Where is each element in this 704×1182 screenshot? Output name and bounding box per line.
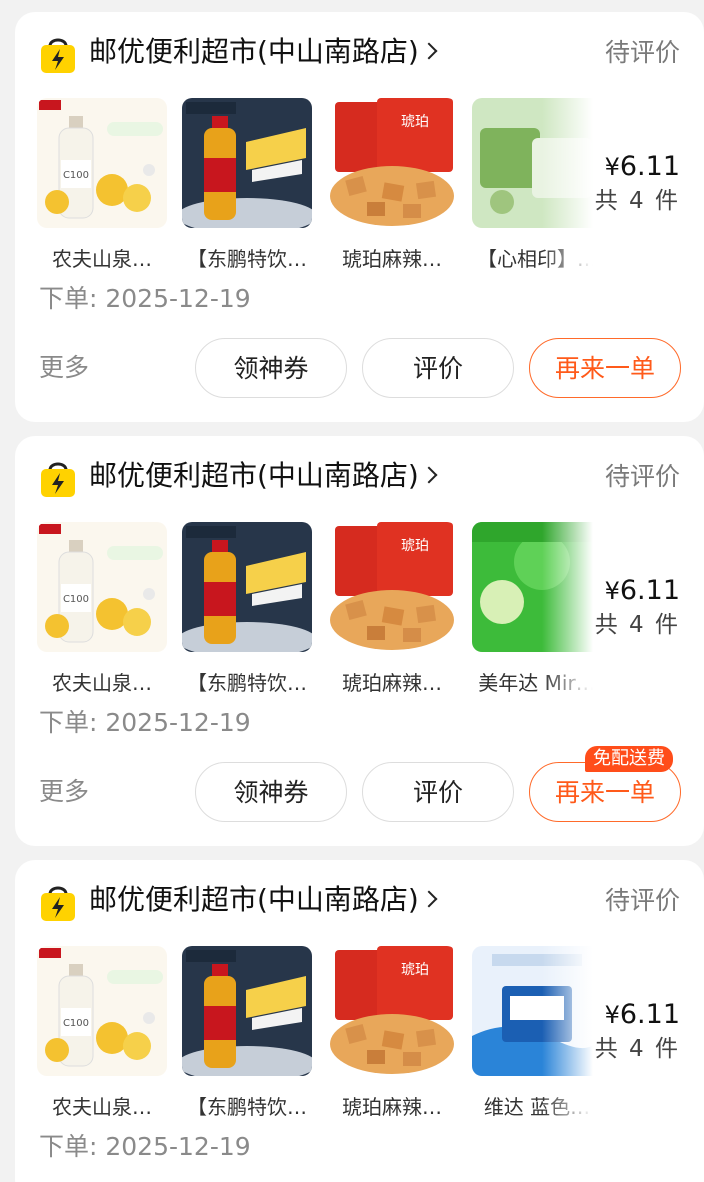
shop-name: 邮优便利超市(中山南路店) [89, 883, 419, 916]
svg-text:C100: C100 [63, 594, 89, 605]
product-list[interactable]: C100 农夫山泉… 【东鹏特饮… 琥珀 琥珀麻辣… 美年达 Mir… [37, 522, 617, 712]
order-header: 邮优便利超市(中山南路店) 待评价 [15, 12, 704, 94]
chevron-right-icon [420, 466, 438, 484]
product-item[interactable]: 琥珀 琥珀麻辣… [327, 946, 457, 1122]
free-delivery-badge: 免配送费 [585, 746, 673, 772]
order-summary: ¥6.11 共 4 件 [595, 150, 680, 218]
shopping-bag-icon [41, 462, 75, 497]
product-list[interactable]: C100 农夫山泉… 【东鹏特饮… 琥珀 琥珀麻辣… 维达 蓝色… [37, 946, 617, 1136]
order-card[interactable]: 邮优便利超市(中山南路店) 待评价 C100 农夫山泉… 【东鹏特饮… 琥珀 琥… [15, 12, 704, 422]
product-image-lemon-drink: C100 [37, 98, 167, 228]
svg-text:琥珀: 琥珀 [401, 538, 429, 554]
order-header: 邮优便利超市(中山南路店) 待评价 [15, 436, 704, 518]
product-item[interactable]: 【东鹏特饮… [182, 946, 312, 1122]
order-status: 待评价 [604, 38, 680, 67]
more-button[interactable]: 更多 [39, 350, 89, 386]
chevron-right-icon [420, 42, 438, 60]
shop-name-link[interactable]: 邮优便利超市(中山南路店) [89, 880, 438, 920]
product-image-crackers: 琥珀 [327, 946, 457, 1076]
order-summary: ¥6.11 共 4 件 [595, 574, 680, 642]
review-button[interactable]: 评价 [362, 338, 514, 398]
order-price: ¥6.11 [604, 151, 680, 182]
order-date: 下单: 2025-12-19 [39, 284, 251, 313]
product-item[interactable]: 【东鹏特饮… [182, 98, 312, 274]
product-item[interactable]: 【东鹏特饮… [182, 522, 312, 698]
item-count: 共 4 件 [594, 1036, 680, 1062]
product-name: 【东鹏特饮… [187, 671, 307, 695]
order-header: 邮优便利超市(中山南路店) 待评价 [15, 860, 704, 942]
product-image-energy-drink [182, 98, 312, 228]
svg-text:C100: C100 [63, 1018, 89, 1029]
order-summary: ¥6.11 共 4 件 [595, 998, 680, 1066]
product-image-energy-drink [182, 946, 312, 1076]
item-count: 共 4 件 [594, 612, 680, 638]
order-status: 待评价 [604, 462, 680, 491]
shopping-bag-icon [41, 886, 75, 921]
product-image-lemon-drink: C100 [37, 946, 167, 1076]
order-price: ¥6.11 [604, 575, 680, 606]
chevron-right-icon [420, 890, 438, 908]
shop-name: 邮优便利超市(中山南路店) [89, 35, 419, 68]
product-name: 琥珀麻辣… [342, 671, 442, 695]
product-name: 琥珀麻辣… [342, 1095, 442, 1119]
product-name: 【东鹏特饮… [187, 247, 307, 271]
product-list[interactable]: C100 农夫山泉… 【东鹏特饮… 琥珀 琥珀麻辣… 【心相印】… [37, 98, 617, 288]
product-name: 农夫山泉… [52, 1095, 152, 1119]
order-card[interactable]: 邮优便利超市(中山南路店) 待评价 C100 农夫山泉… 【东鹏特饮… 琥珀 琥… [15, 860, 704, 1182]
order-card[interactable]: 邮优便利超市(中山南路店) 待评价 C100 农夫山泉… 【东鹏特饮… 琥珀 琥… [15, 436, 704, 846]
order-date: 下单: 2025-12-19 [39, 708, 251, 737]
shop-name: 邮优便利超市(中山南路店) [89, 459, 419, 492]
product-name: 琥珀麻辣… [342, 247, 442, 271]
svg-text:C100: C100 [63, 170, 89, 181]
item-count: 共 4 件 [594, 188, 680, 214]
product-image-crackers: 琥珀 [327, 522, 457, 652]
product-item[interactable]: 琥珀 琥珀麻辣… [327, 522, 457, 698]
review-button[interactable]: 评价 [362, 762, 514, 822]
reorder-button[interactable]: 再来一单 [529, 338, 681, 398]
product-item[interactable]: C100 农夫山泉… [37, 98, 167, 274]
product-name: 【东鹏特饮… [187, 1095, 307, 1119]
svg-text:琥珀: 琥珀 [401, 962, 429, 978]
get-coupon-button[interactable]: 领神券 [195, 762, 347, 822]
product-name: 农夫山泉… [52, 247, 152, 271]
product-item[interactable]: C100 农夫山泉… [37, 522, 167, 698]
shop-name-link[interactable]: 邮优便利超市(中山南路店) [89, 32, 438, 72]
product-image-crackers: 琥珀 [327, 98, 457, 228]
product-image-energy-drink [182, 522, 312, 652]
more-button[interactable]: 更多 [39, 774, 89, 810]
product-item[interactable]: C100 农夫山泉… [37, 946, 167, 1122]
order-status: 待评价 [604, 886, 680, 915]
product-name: 农夫山泉… [52, 671, 152, 695]
order-price: ¥6.11 [604, 999, 680, 1030]
product-item[interactable]: 琥珀 琥珀麻辣… [327, 98, 457, 274]
shop-name-link[interactable]: 邮优便利超市(中山南路店) [89, 456, 438, 496]
get-coupon-button[interactable]: 领神券 [195, 338, 347, 398]
product-image-lemon-drink: C100 [37, 522, 167, 652]
shopping-bag-icon [41, 38, 75, 73]
svg-text:琥珀: 琥珀 [401, 114, 429, 130]
order-date: 下单: 2025-12-19 [39, 1132, 251, 1161]
